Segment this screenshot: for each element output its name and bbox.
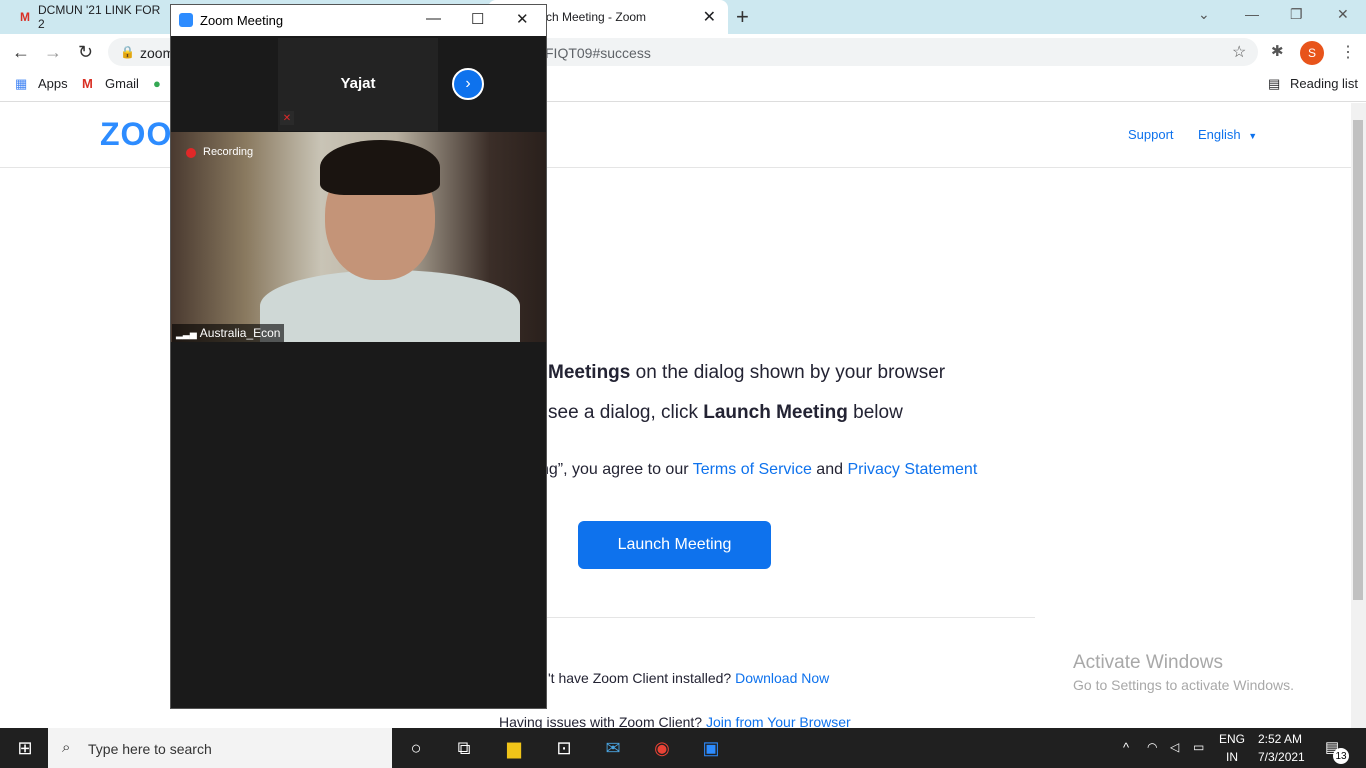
- clock-date[interactable]: 7/3/2021: [1258, 750, 1305, 764]
- text: see a dialog, click: [548, 402, 704, 423]
- next-page-button[interactable]: ›: [452, 68, 484, 100]
- zoom-maximize-button[interactable]: ☐: [471, 10, 484, 28]
- volume-icon[interactable]: ◁: [1170, 740, 1179, 754]
- bookmark-star-icon[interactable]: ☆: [1232, 42, 1246, 62]
- video-label-text: Australia_Econ: [199, 326, 281, 340]
- taskbar-search-placeholder: Type here to search: [88, 741, 212, 757]
- bold-text: Meetings: [548, 362, 631, 383]
- bookmark-apps[interactable]: Apps: [38, 76, 68, 91]
- new-tab-button[interactable]: +: [736, 4, 749, 30]
- caret-down-icon: ▼: [1248, 131, 1258, 141]
- muted-mic-icon: ✕: [280, 111, 294, 125]
- video-name-label: ▂▃▅ Australia_Econ: [172, 324, 285, 342]
- text: 't have Zoom Client installed?: [548, 670, 736, 686]
- recording-icon: [186, 148, 196, 158]
- lock-icon[interactable]: 🔒: [120, 45, 135, 59]
- chrome-icon[interactable]: ◉: [651, 738, 673, 760]
- terms-line: ng”, you agree to our Terms of Service a…: [540, 461, 977, 479]
- tab-title: DCMUN '21 LINK FOR 2: [38, 3, 161, 31]
- activate-windows-title: Activate Windows: [1073, 652, 1223, 673]
- instruction-line-2: see a dialog, click Launch Meeting below: [548, 402, 903, 424]
- text: on the dialog shown by your browser: [630, 362, 946, 383]
- launch-meeting-button[interactable]: Launch Meeting: [578, 521, 771, 569]
- download-now-link[interactable]: Download Now: [735, 670, 829, 686]
- zoom-taskbar-icon[interactable]: ▣: [700, 738, 722, 760]
- url-tail: FIQT09#success: [545, 45, 651, 61]
- reload-icon[interactable]: ↻: [78, 42, 93, 63]
- cortana-icon[interactable]: ○: [405, 738, 427, 760]
- tab-close-button[interactable]: ✕: [703, 7, 716, 27]
- profile-avatar[interactable]: S: [1300, 41, 1324, 65]
- scrollbar-thumb[interactable]: [1353, 120, 1363, 600]
- participant-name: Yajat: [340, 75, 376, 92]
- language-indicator[interactable]: ENG: [1219, 732, 1245, 746]
- tab-title: ch Meeting - Zoom: [546, 10, 647, 24]
- reading-list-button[interactable]: Reading list: [1290, 76, 1358, 91]
- reading-list-icon: ▤: [1268, 76, 1281, 91]
- apps-grid-icon: ▦: [15, 76, 28, 91]
- tray-chevron-icon[interactable]: ^: [1123, 740, 1129, 755]
- zoom-minimize-button[interactable]: —: [426, 10, 441, 27]
- forward-icon[interactable]: →: [44, 42, 62, 63]
- signal-bars-icon: ▂▃▅: [176, 329, 197, 339]
- text: and: [811, 461, 848, 478]
- zoom-app-icon: [179, 13, 193, 27]
- zoom-logo[interactable]: ZOO: [100, 116, 172, 153]
- recording-label: Recording: [203, 146, 254, 158]
- close-button[interactable]: ✕: [1337, 6, 1349, 23]
- store-icon[interactable]: ⊡: [553, 738, 575, 760]
- back-icon[interactable]: ←: [12, 42, 30, 63]
- region-indicator[interactable]: IN: [1226, 750, 1238, 764]
- tab-dcmun[interactable]: M DCMUN '21 LINK FOR 2: [0, 0, 170, 34]
- text: below: [847, 402, 903, 423]
- maps-pin-icon[interactable]: ●: [153, 76, 161, 91]
- minimize-button[interactable]: —: [1245, 6, 1259, 22]
- bookmark-gmail[interactable]: Gmail: [105, 76, 139, 91]
- content-divider: [530, 617, 1035, 618]
- zoom-close-button[interactable]: ✕: [516, 10, 529, 28]
- download-line: 't have Zoom Client installed? Download …: [548, 670, 829, 686]
- text: ng”, you agree to our: [540, 461, 693, 478]
- video-hair: [320, 140, 440, 195]
- gmail-icon: M: [82, 76, 93, 91]
- terms-link[interactable]: Terms of Service: [693, 461, 812, 478]
- windows-start-icon[interactable]: ⊞: [14, 738, 36, 760]
- tab-search-icon[interactable]: ⌄: [1198, 6, 1210, 23]
- menu-icon[interactable]: ⋮: [1340, 42, 1356, 62]
- restore-button[interactable]: ❐: [1290, 6, 1303, 23]
- task-view-icon[interactable]: ⧉: [453, 738, 475, 760]
- gmail-icon: M: [20, 10, 30, 24]
- wifi-icon[interactable]: ◠: [1147, 740, 1157, 754]
- activate-windows-subtitle: Go to Settings to activate Windows.: [1073, 677, 1294, 693]
- video-shirt: [260, 270, 520, 342]
- mail-icon[interactable]: ✉: [602, 738, 624, 760]
- extensions-icon[interactable]: ✱: [1271, 42, 1284, 60]
- language-label: English: [1198, 127, 1241, 142]
- support-link[interactable]: Support: [1128, 127, 1174, 142]
- notification-badge: 13: [1333, 748, 1349, 764]
- privacy-link[interactable]: Privacy Statement: [847, 461, 977, 478]
- zoom-window-title: Zoom Meeting: [200, 13, 284, 28]
- language-dropdown[interactable]: English ▼: [1198, 127, 1257, 142]
- search-icon: ⌕: [62, 739, 71, 756]
- instruction-line-1: Meetings on the dialog shown by your bro…: [548, 362, 945, 384]
- clock-time[interactable]: 2:52 AM: [1258, 732, 1302, 746]
- battery-icon[interactable]: ▭: [1193, 740, 1204, 754]
- file-explorer-icon[interactable]: ▆: [503, 738, 525, 760]
- bold-text: Launch Meeting: [703, 402, 848, 423]
